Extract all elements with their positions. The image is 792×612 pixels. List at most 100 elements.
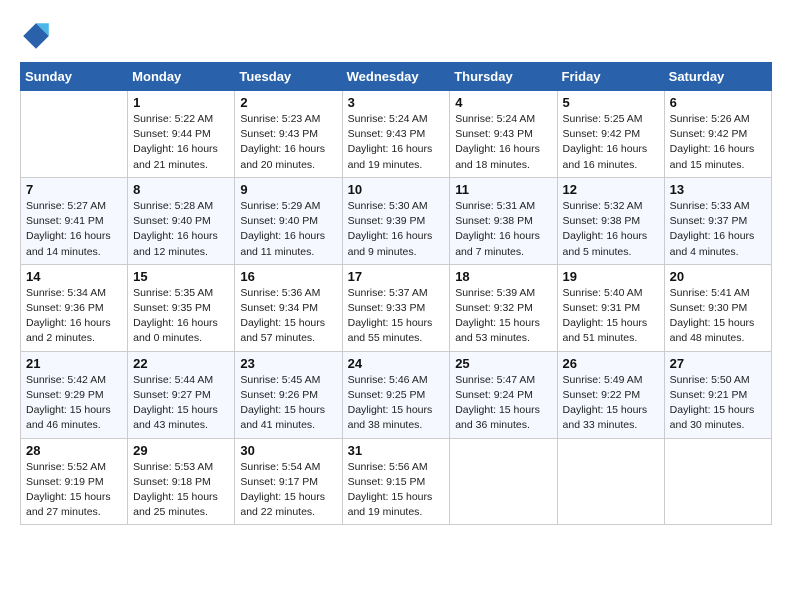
calendar-cell: 1 Sunrise: 5:22 AM Sunset: 9:44 PM Daylig… <box>128 91 235 178</box>
day-number: 22 <box>133 356 229 371</box>
calendar-cell: 4 Sunrise: 5:24 AM Sunset: 9:43 PM Daylig… <box>450 91 557 178</box>
calendar-cell: 20Sunrise: 5:41 AM Sunset: 9:30 PM Dayli… <box>664 264 771 351</box>
calendar-week-row: 7 Sunrise: 5:27 AM Sunset: 9:41 PM Daylig… <box>21 177 772 264</box>
calendar-cell: 3 Sunrise: 5:24 AM Sunset: 9:43 PM Daylig… <box>342 91 450 178</box>
day-number: 30 <box>240 443 336 458</box>
day-info: Sunrise: 5:24 AM Sunset: 9:43 PM Dayligh… <box>455 112 551 173</box>
calendar-week-row: 28 Sunrise: 5:52 AM Sunset: 9:19 PM Dayli… <box>21 438 772 525</box>
calendar-cell: 13Sunrise: 5:33 AM Sunset: 9:37 PM Dayli… <box>664 177 771 264</box>
calendar-cell: 10 Sunrise: 5:30 AM Sunset: 9:39 PM Dayli… <box>342 177 450 264</box>
calendar-cell: 12 Sunrise: 5:32 AM Sunset: 9:38 PM Dayli… <box>557 177 664 264</box>
day-number: 19 <box>563 269 659 284</box>
column-header-wednesday: Wednesday <box>342 63 450 91</box>
day-info: Sunrise: 5:28 AM Sunset: 9:40 PM Dayligh… <box>133 199 229 260</box>
calendar-cell: 14 Sunrise: 5:34 AM Sunset: 9:36 PM Dayli… <box>21 264 128 351</box>
calendar-cell: 16 Sunrise: 5:36 AM Sunset: 9:34 PM Dayli… <box>235 264 342 351</box>
column-header-tuesday: Tuesday <box>235 63 342 91</box>
calendar-cell: 30 Sunrise: 5:54 AM Sunset: 9:17 PM Dayli… <box>235 438 342 525</box>
day-info: Sunrise: 5:30 AM Sunset: 9:39 PM Dayligh… <box>348 199 445 260</box>
day-info: Sunrise: 5:39 AM Sunset: 9:32 PM Dayligh… <box>455 286 551 347</box>
calendar-cell: 5 Sunrise: 5:25 AM Sunset: 9:42 PM Daylig… <box>557 91 664 178</box>
column-header-friday: Friday <box>557 63 664 91</box>
calendar-table: SundayMondayTuesdayWednesdayThursdayFrid… <box>20 62 772 525</box>
day-number: 21 <box>26 356 122 371</box>
column-header-thursday: Thursday <box>450 63 557 91</box>
calendar-cell: 19 Sunrise: 5:40 AM Sunset: 9:31 PM Dayli… <box>557 264 664 351</box>
day-info: Sunrise: 5:24 AM Sunset: 9:43 PM Dayligh… <box>348 112 445 173</box>
day-number: 11 <box>455 182 551 197</box>
calendar-cell: 23Sunrise: 5:45 AM Sunset: 9:26 PM Dayli… <box>235 351 342 438</box>
day-info: Sunrise: 5:40 AM Sunset: 9:31 PM Dayligh… <box>563 286 659 347</box>
calendar-cell: 28 Sunrise: 5:52 AM Sunset: 9:19 PM Dayli… <box>21 438 128 525</box>
day-number: 5 <box>563 95 659 110</box>
day-info: Sunrise: 5:47 AM Sunset: 9:24 PM Dayligh… <box>455 373 551 434</box>
calendar-cell <box>21 91 128 178</box>
day-info: Sunrise: 5:49 AM Sunset: 9:22 PM Dayligh… <box>563 373 659 434</box>
day-info: Sunrise: 5:31 AM Sunset: 9:38 PM Dayligh… <box>455 199 551 260</box>
day-info: Sunrise: 5:25 AM Sunset: 9:42 PM Dayligh… <box>563 112 659 173</box>
day-info: Sunrise: 5:33 AM Sunset: 9:37 PM Dayligh… <box>670 199 766 260</box>
day-info: Sunrise: 5:27 AM Sunset: 9:41 PM Dayligh… <box>26 199 122 260</box>
day-number: 8 <box>133 182 229 197</box>
day-info: Sunrise: 5:54 AM Sunset: 9:17 PM Dayligh… <box>240 460 336 521</box>
calendar-cell: 22Sunrise: 5:44 AM Sunset: 9:27 PM Dayli… <box>128 351 235 438</box>
calendar-cell: 27 Sunrise: 5:50 AM Sunset: 9:21 PM Dayli… <box>664 351 771 438</box>
day-info: Sunrise: 5:36 AM Sunset: 9:34 PM Dayligh… <box>240 286 336 347</box>
day-info: Sunrise: 5:34 AM Sunset: 9:36 PM Dayligh… <box>26 286 122 347</box>
calendar-cell: 2 Sunrise: 5:23 AM Sunset: 9:43 PM Daylig… <box>235 91 342 178</box>
day-number: 28 <box>26 443 122 458</box>
day-info: Sunrise: 5:52 AM Sunset: 9:19 PM Dayligh… <box>26 460 122 521</box>
calendar-week-row: 14 Sunrise: 5:34 AM Sunset: 9:36 PM Dayli… <box>21 264 772 351</box>
day-number: 29 <box>133 443 229 458</box>
column-header-saturday: Saturday <box>664 63 771 91</box>
day-info: Sunrise: 5:46 AM Sunset: 9:25 PM Dayligh… <box>348 373 445 434</box>
calendar-week-row: 1 Sunrise: 5:22 AM Sunset: 9:44 PM Daylig… <box>21 91 772 178</box>
day-number: 7 <box>26 182 122 197</box>
day-info: Sunrise: 5:37 AM Sunset: 9:33 PM Dayligh… <box>348 286 445 347</box>
day-info: Sunrise: 5:42 AM Sunset: 9:29 PM Dayligh… <box>26 373 122 434</box>
day-number: 16 <box>240 269 336 284</box>
day-number: 27 <box>670 356 766 371</box>
day-info: Sunrise: 5:35 AM Sunset: 9:35 PM Dayligh… <box>133 286 229 347</box>
calendar-cell <box>450 438 557 525</box>
day-number: 3 <box>348 95 445 110</box>
day-number: 2 <box>240 95 336 110</box>
calendar-cell: 25Sunrise: 5:47 AM Sunset: 9:24 PM Dayli… <box>450 351 557 438</box>
day-number: 10 <box>348 182 445 197</box>
day-info: Sunrise: 5:41 AM Sunset: 9:30 PM Dayligh… <box>670 286 766 347</box>
day-number: 14 <box>26 269 122 284</box>
day-number: 18 <box>455 269 551 284</box>
column-header-monday: Monday <box>128 63 235 91</box>
calendar-cell: 15 Sunrise: 5:35 AM Sunset: 9:35 PM Dayli… <box>128 264 235 351</box>
logo-icon <box>20 20 52 52</box>
day-info: Sunrise: 5:56 AM Sunset: 9:15 PM Dayligh… <box>348 460 445 521</box>
day-number: 24 <box>348 356 445 371</box>
calendar-cell <box>557 438 664 525</box>
day-info: Sunrise: 5:22 AM Sunset: 9:44 PM Dayligh… <box>133 112 229 173</box>
calendar-cell: 8 Sunrise: 5:28 AM Sunset: 9:40 PM Daylig… <box>128 177 235 264</box>
calendar-cell: 26 Sunrise: 5:49 AM Sunset: 9:22 PM Dayli… <box>557 351 664 438</box>
day-info: Sunrise: 5:32 AM Sunset: 9:38 PM Dayligh… <box>563 199 659 260</box>
calendar-cell <box>664 438 771 525</box>
column-header-sunday: Sunday <box>21 63 128 91</box>
day-number: 26 <box>563 356 659 371</box>
day-info: Sunrise: 5:23 AM Sunset: 9:43 PM Dayligh… <box>240 112 336 173</box>
day-info: Sunrise: 5:53 AM Sunset: 9:18 PM Dayligh… <box>133 460 229 521</box>
calendar-cell: 24 Sunrise: 5:46 AM Sunset: 9:25 PM Dayli… <box>342 351 450 438</box>
day-number: 15 <box>133 269 229 284</box>
calendar-cell: 29 Sunrise: 5:53 AM Sunset: 9:18 PM Dayli… <box>128 438 235 525</box>
calendar-header-row: SundayMondayTuesdayWednesdayThursdayFrid… <box>21 63 772 91</box>
day-info: Sunrise: 5:29 AM Sunset: 9:40 PM Dayligh… <box>240 199 336 260</box>
day-number: 12 <box>563 182 659 197</box>
day-info: Sunrise: 5:50 AM Sunset: 9:21 PM Dayligh… <box>670 373 766 434</box>
calendar-cell: 11 Sunrise: 5:31 AM Sunset: 9:38 PM Dayli… <box>450 177 557 264</box>
day-number: 1 <box>133 95 229 110</box>
day-number: 4 <box>455 95 551 110</box>
calendar-week-row: 21 Sunrise: 5:42 AM Sunset: 9:29 PM Dayli… <box>21 351 772 438</box>
calendar-cell: 21 Sunrise: 5:42 AM Sunset: 9:29 PM Dayli… <box>21 351 128 438</box>
calendar-cell: 9Sunrise: 5:29 AM Sunset: 9:40 PM Daylig… <box>235 177 342 264</box>
day-info: Sunrise: 5:26 AM Sunset: 9:42 PM Dayligh… <box>670 112 766 173</box>
day-info: Sunrise: 5:45 AM Sunset: 9:26 PM Dayligh… <box>240 373 336 434</box>
calendar-cell: 31Sunrise: 5:56 AM Sunset: 9:15 PM Dayli… <box>342 438 450 525</box>
calendar-cell: 17Sunrise: 5:37 AM Sunset: 9:33 PM Dayli… <box>342 264 450 351</box>
